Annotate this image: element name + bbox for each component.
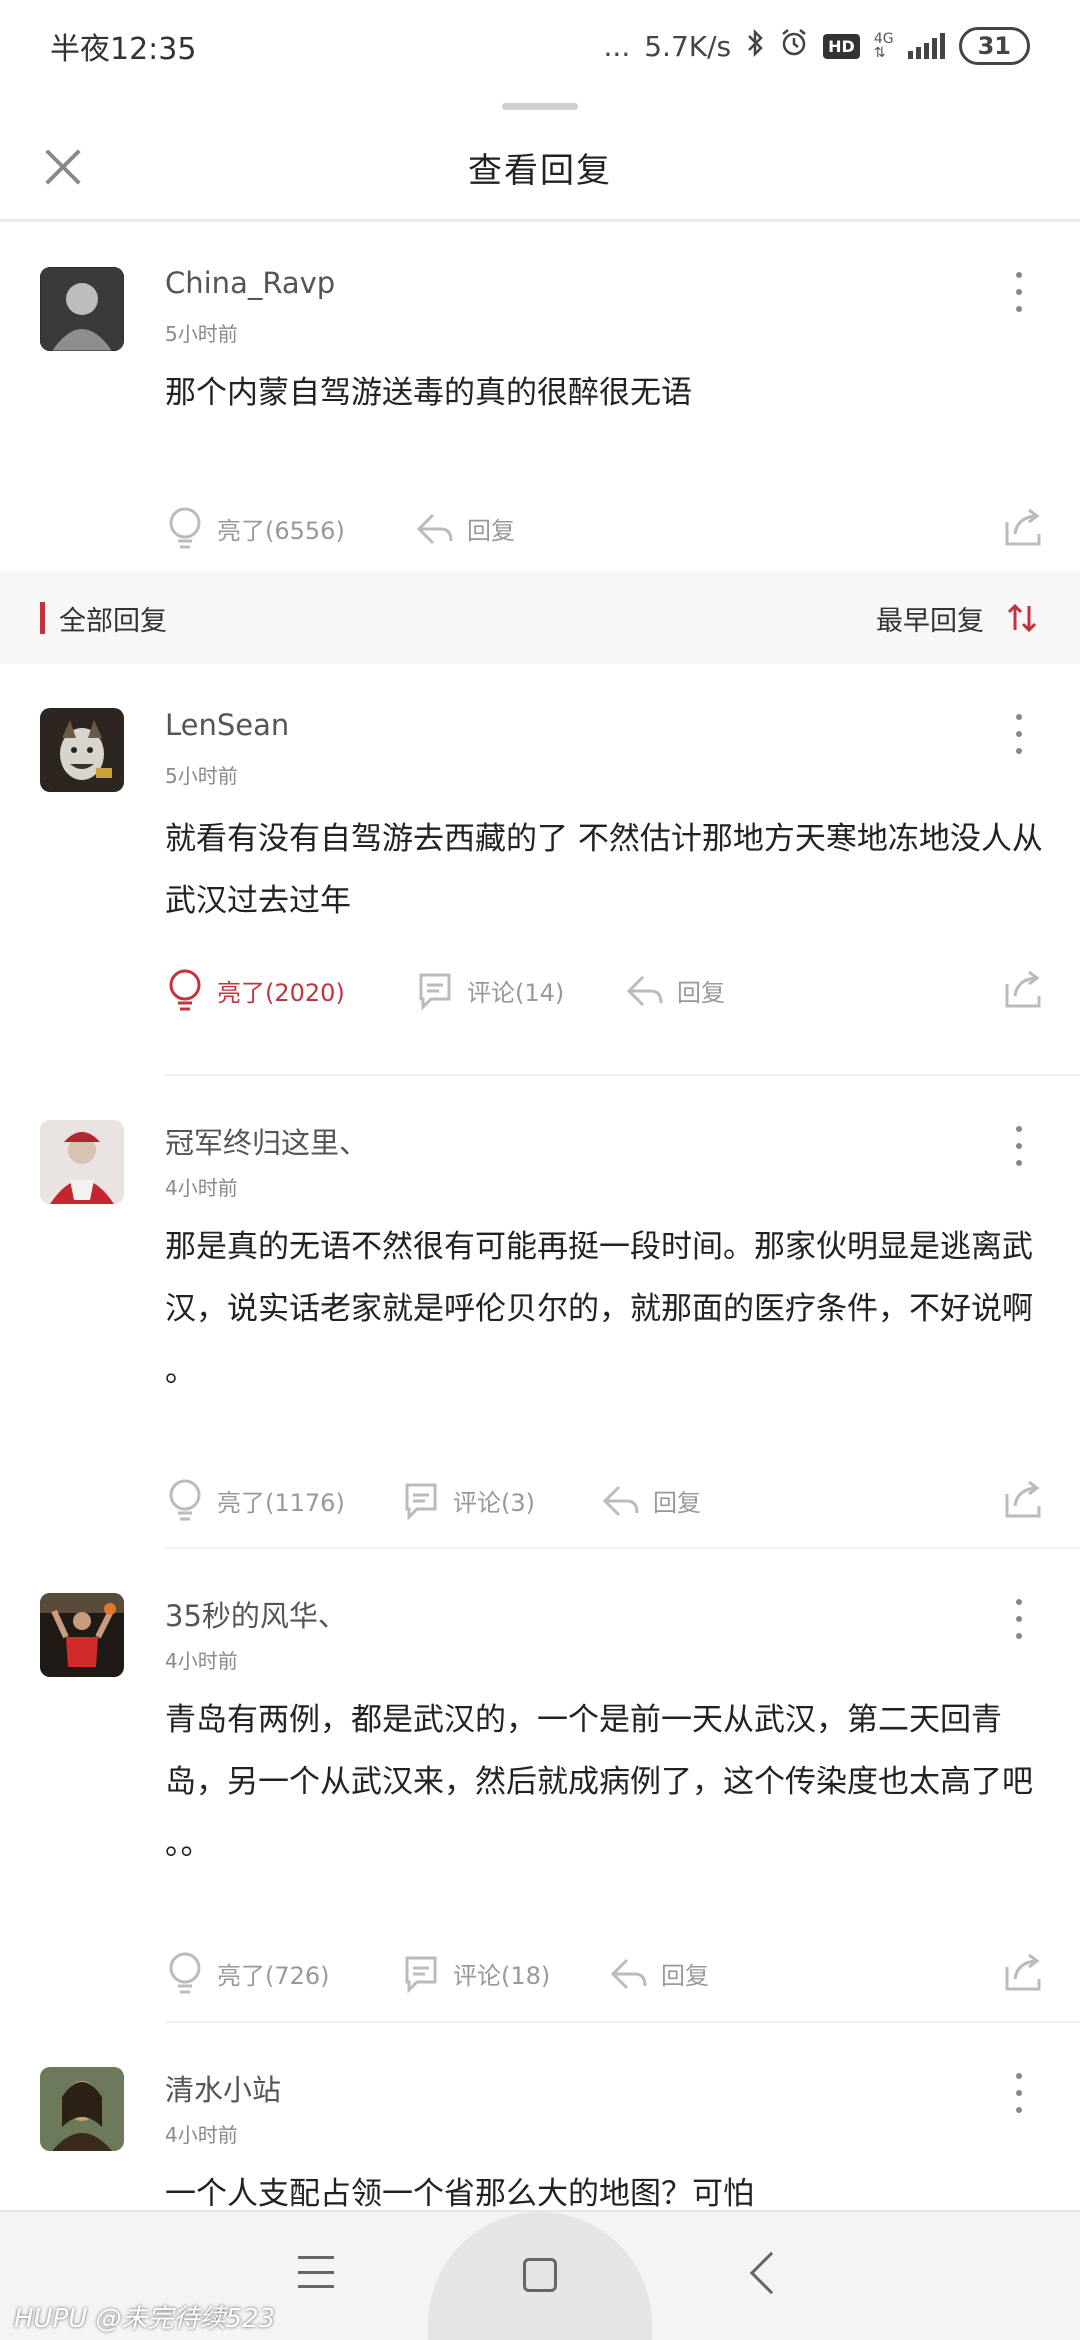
comment-icon bbox=[405, 1956, 437, 1994]
avatar[interactable] bbox=[40, 2067, 124, 2151]
comment-icon bbox=[419, 973, 451, 1011]
comment-text: 那是真的无语不然很有可能再挺一段时间。那家伙明显是逃离武汉，说实话老家就是呼伦贝… bbox=[165, 1229, 1033, 1389]
comment-button[interactable]: 评论(14) bbox=[415, 962, 564, 1018]
status-time: 半夜12:35 bbox=[50, 32, 197, 67]
reply-item: 35秒的风华、 4小时前 青岛有两例，都是武汉的，一个是前一天从武汉，第二天回青… bbox=[0, 1549, 1080, 2023]
signal-icon bbox=[907, 33, 945, 59]
bluetooth-icon bbox=[745, 28, 765, 65]
menu-icon[interactable] bbox=[298, 2256, 334, 2288]
original-comment: China_Ravp 5小时前 那个内蒙自驾游送毒的真的很醉很无语 亮了(655… bbox=[0, 222, 1080, 572]
comment-actions: 亮了(1176) 评论(3) 回复 bbox=[165, 1472, 1045, 1528]
reply-item: 清水小站 4小时前 一个人支配占领一个省那么大的地图？可怕 bbox=[0, 2023, 1080, 2210]
reply-label: 回复 bbox=[677, 978, 725, 1007]
back-icon[interactable] bbox=[749, 2251, 793, 2295]
comment-actions: 亮了(2020) 评论(14) 回复 bbox=[165, 962, 1045, 1018]
comment-text: 青岛有两例，都是武汉的，一个是前一天从武汉，第二天回青岛，另一个从武汉来，然后就… bbox=[165, 1702, 1033, 1862]
header: 查看回复 bbox=[0, 116, 1080, 222]
more-options-icon[interactable] bbox=[1008, 272, 1030, 312]
share-icon[interactable] bbox=[1001, 1476, 1045, 1520]
reply-button[interactable]: 回复 bbox=[601, 1472, 701, 1528]
section-title: 全部回复 bbox=[40, 599, 167, 638]
username[interactable]: 清水小站 bbox=[165, 2067, 281, 2109]
reply-icon bbox=[416, 513, 453, 545]
reply-item: 冠军终归这里、 4小时前 那是真的无语不然很有可能再挺一段时间。那家伙明显是逃离… bbox=[0, 1076, 1080, 1549]
share-icon[interactable] bbox=[1001, 504, 1045, 548]
light-count: 亮了(6556) bbox=[217, 516, 345, 545]
timestamp: 4小时前 bbox=[165, 1649, 238, 1673]
sort-icon bbox=[1007, 603, 1037, 633]
reply-button[interactable]: 回复 bbox=[625, 962, 725, 1018]
hd-badge: HD bbox=[823, 33, 860, 59]
light-count: 亮了(1176) bbox=[217, 1488, 345, 1517]
username[interactable]: 冠军终归这里、 bbox=[165, 1120, 368, 1162]
reply-icon bbox=[602, 1485, 639, 1517]
comment-icon bbox=[405, 1483, 437, 1521]
sort-label: 最早回复 bbox=[876, 605, 984, 637]
more-dots-indicator: ... bbox=[603, 29, 631, 63]
comment-button[interactable]: 评论(3) bbox=[401, 1472, 535, 1528]
drag-handle[interactable] bbox=[502, 103, 578, 110]
avatar[interactable] bbox=[40, 267, 124, 351]
home-icon[interactable] bbox=[523, 2258, 557, 2292]
reply-label: 回复 bbox=[653, 1488, 701, 1517]
network-speed: 5.7K/s bbox=[644, 29, 732, 63]
comment-text: 一个人支配占领一个省那么大的地图？可怕 bbox=[165, 2176, 754, 2210]
status-bar: 半夜12:35 ... 5.7K/s HD 4G ⇅ 31 bbox=[0, 0, 1080, 92]
timestamp: 5小时前 bbox=[165, 764, 238, 788]
page-title: 查看回复 bbox=[468, 151, 612, 191]
share-icon[interactable] bbox=[1001, 1949, 1045, 1993]
comment-actions: 亮了(6556) 回复 bbox=[165, 500, 1045, 556]
all-replies-bar: 全部回复 最早回复 bbox=[0, 572, 1080, 664]
close-icon[interactable] bbox=[36, 140, 90, 194]
timestamp: 4小时前 bbox=[165, 1176, 238, 1200]
username[interactable]: China_Ravp bbox=[165, 266, 335, 300]
more-options-icon[interactable] bbox=[1008, 1599, 1030, 1639]
more-options-icon[interactable] bbox=[1008, 714, 1030, 754]
light-button[interactable]: 亮了(6556) bbox=[165, 500, 345, 556]
comment-text: 那个内蒙自驾游送毒的真的很醉很无语 bbox=[165, 375, 692, 411]
network-type: 4G ⇅ bbox=[873, 31, 894, 61]
light-count: 亮了(2020) bbox=[217, 978, 345, 1007]
light-button[interactable]: 亮了(726) bbox=[165, 1945, 330, 2001]
reply-icon bbox=[610, 1958, 647, 1990]
battery-indicator: 31 bbox=[958, 27, 1030, 65]
more-options-icon[interactable] bbox=[1008, 1126, 1030, 1166]
timestamp: 4小时前 bbox=[165, 2123, 238, 2147]
light-button[interactable]: 亮了(1176) bbox=[165, 1472, 345, 1528]
comment-count: 评论(3) bbox=[453, 1488, 535, 1517]
reply-button[interactable]: 回复 bbox=[609, 1945, 709, 2001]
lightbulb-icon bbox=[169, 1479, 201, 1521]
comment-text: 就看有没有自驾游去西藏的了 不然估计那地方天寒地冻地没人从武汉过去过年 bbox=[165, 821, 1043, 919]
lightbulb-icon bbox=[169, 507, 201, 549]
share-icon[interactable] bbox=[1001, 966, 1045, 1010]
watermark: HUPU @未完待续523 bbox=[14, 2304, 276, 2334]
sort-toggle[interactable]: 最早回复 bbox=[876, 599, 1040, 638]
comment-count: 评论(14) bbox=[467, 978, 565, 1007]
avatar[interactable] bbox=[40, 1120, 124, 1204]
avatar[interactable] bbox=[40, 1593, 124, 1677]
reply-icon bbox=[626, 975, 663, 1007]
lightbulb-icon bbox=[169, 969, 201, 1011]
reply-button[interactable]: 回复 bbox=[415, 500, 515, 556]
reply-item: LenSean 5小时前 就看有没有自驾游去西藏的了 不然估计那地方天寒地冻地没… bbox=[0, 664, 1080, 1076]
reply-label: 回复 bbox=[467, 516, 515, 545]
avatar[interactable] bbox=[40, 708, 124, 792]
lightbulb-icon bbox=[169, 1952, 201, 1994]
username[interactable]: 35秒的风华、 bbox=[165, 1593, 347, 1635]
comment-count: 评论(18) bbox=[453, 1961, 551, 1990]
comment-button[interactable]: 评论(18) bbox=[401, 1945, 550, 2001]
more-options-icon[interactable] bbox=[1008, 2073, 1030, 2113]
comment-actions: 亮了(726) 评论(18) 回复 bbox=[165, 1945, 1045, 2001]
light-button[interactable]: 亮了(2020) bbox=[165, 962, 345, 1018]
username[interactable]: LenSean bbox=[165, 708, 289, 742]
reply-label: 回复 bbox=[661, 1961, 709, 1990]
status-icons: ... 5.7K/s HD 4G ⇅ 31 bbox=[604, 27, 1030, 65]
light-count: 亮了(726) bbox=[217, 1961, 330, 1990]
section-accent bbox=[40, 602, 45, 634]
timestamp: 5小时前 bbox=[165, 322, 238, 346]
alarm-icon bbox=[779, 28, 809, 65]
